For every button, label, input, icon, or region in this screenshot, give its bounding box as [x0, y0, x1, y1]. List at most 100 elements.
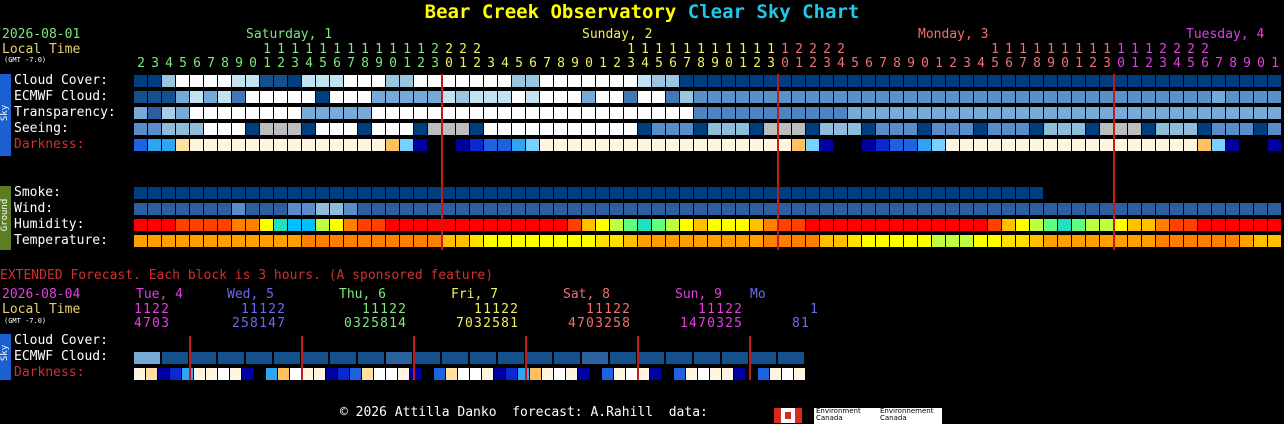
temperature-cell[interactable] [162, 235, 175, 247]
smoke-cell[interactable] [974, 187, 987, 199]
humidity-cell[interactable] [540, 219, 553, 231]
ecmwf-cloud-cell[interactable] [456, 91, 469, 103]
seeing-cell[interactable] [232, 123, 245, 135]
humidity-cell[interactable] [722, 219, 735, 231]
seeing-cell[interactable] [428, 123, 441, 135]
ecmwf-cloud-cell[interactable] [316, 91, 329, 103]
wind-cell[interactable] [148, 203, 161, 215]
ecmwf-cloud-cell[interactable] [1100, 91, 1113, 103]
darkness-cell[interactable] [568, 139, 581, 151]
humidity-cell[interactable] [918, 219, 931, 231]
smoke-cell[interactable] [876, 187, 889, 199]
seeing-cell[interactable] [456, 123, 469, 135]
humidity-cell[interactable] [302, 219, 315, 231]
ecmwf-cloud-cell[interactable] [288, 91, 301, 103]
humidity-cell[interactable] [652, 219, 665, 231]
temperature-cell[interactable] [596, 235, 609, 247]
seeing-cell[interactable] [190, 123, 203, 135]
smoke-cell[interactable] [218, 187, 231, 199]
seeing-cell[interactable] [386, 123, 399, 135]
transparency-cell[interactable] [1268, 107, 1281, 119]
cloud-cover-cell[interactable] [428, 75, 441, 87]
seeing-cell[interactable] [1100, 123, 1113, 135]
temperature-cell[interactable] [204, 235, 217, 247]
ext-ecmwf-cloud-cell[interactable] [386, 352, 412, 364]
transparency-cell[interactable] [820, 107, 833, 119]
cloud-cover-cell[interactable] [386, 75, 399, 87]
temperature-cell[interactable] [946, 235, 959, 247]
smoke-cell[interactable] [288, 187, 301, 199]
ext-darkness-cell[interactable] [194, 368, 205, 380]
darkness-cell[interactable] [372, 139, 385, 151]
wind-cell[interactable] [624, 203, 637, 215]
seeing-cell[interactable] [1268, 123, 1281, 135]
cloud-cover-cell[interactable] [316, 75, 329, 87]
ecmwf-cloud-cell[interactable] [988, 91, 1001, 103]
seeing-cell[interactable] [470, 123, 483, 135]
humidity-cell[interactable] [806, 219, 819, 231]
temperature-cell[interactable] [1016, 235, 1029, 247]
humidity-cell[interactable] [1002, 219, 1015, 231]
humidity-cell[interactable] [204, 219, 217, 231]
humidity-cell[interactable] [1044, 219, 1057, 231]
ecmwf-cloud-cell[interactable] [862, 91, 875, 103]
darkness-cell[interactable] [456, 139, 469, 151]
ext-darkness-cell[interactable] [302, 368, 313, 380]
temperature-cell[interactable] [190, 235, 203, 247]
wind-cell[interactable] [1184, 203, 1197, 215]
smoke-cell[interactable] [176, 187, 189, 199]
wind-cell[interactable] [876, 203, 889, 215]
ecmwf-cloud-cell[interactable] [1044, 91, 1057, 103]
ext-darkness-cell[interactable] [578, 368, 589, 380]
humidity-cell[interactable] [778, 219, 791, 231]
wind-cell[interactable] [722, 203, 735, 215]
transparency-cell[interactable] [204, 107, 217, 119]
seeing-cell[interactable] [526, 123, 539, 135]
ext-darkness-cell[interactable] [278, 368, 289, 380]
transparency-cell[interactable] [526, 107, 539, 119]
humidity-cell[interactable] [1072, 219, 1085, 231]
transparency-cell[interactable] [652, 107, 665, 119]
darkness-cell[interactable] [1030, 139, 1043, 151]
humidity-cell[interactable] [232, 219, 245, 231]
ecmwf-cloud-cell[interactable] [1086, 91, 1099, 103]
transparency-cell[interactable] [708, 107, 721, 119]
cloud-cover-cell[interactable] [610, 75, 623, 87]
smoke-cell[interactable] [246, 187, 259, 199]
ext-darkness-cell[interactable] [734, 368, 745, 380]
humidity-cell[interactable] [1128, 219, 1141, 231]
ext-darkness-cell[interactable] [146, 368, 157, 380]
cloud-cover-cell[interactable] [638, 75, 651, 87]
darkness-cell[interactable] [386, 139, 399, 151]
temperature-cell[interactable] [484, 235, 497, 247]
ext-darkness-cell[interactable] [542, 368, 553, 380]
humidity-cell[interactable] [666, 219, 679, 231]
ext-darkness-cell[interactable] [134, 368, 145, 380]
transparency-cell[interactable] [1226, 107, 1239, 119]
transparency-cell[interactable] [904, 107, 917, 119]
transparency-cell[interactable] [358, 107, 371, 119]
ext-darkness-cell[interactable] [362, 368, 373, 380]
transparency-cell[interactable] [1156, 107, 1169, 119]
cloud-cover-cell[interactable] [260, 75, 273, 87]
transparency-cell[interactable] [372, 107, 385, 119]
darkness-cell[interactable] [876, 139, 889, 151]
temperature-cell[interactable] [890, 235, 903, 247]
ecmwf-cloud-cell[interactable] [1170, 91, 1183, 103]
smoke-cell[interactable] [834, 187, 847, 199]
temperature-cell[interactable] [400, 235, 413, 247]
smoke-cell[interactable] [162, 187, 175, 199]
ext-ecmwf-cloud-cell[interactable] [218, 352, 244, 364]
cloud-cover-cell[interactable] [960, 75, 973, 87]
wind-cell[interactable] [806, 203, 819, 215]
darkness-cell[interactable] [1198, 139, 1211, 151]
temperature-cell[interactable] [134, 235, 147, 247]
temperature-cell[interactable] [764, 235, 777, 247]
ecmwf-cloud-cell[interactable] [820, 91, 833, 103]
darkness-cell[interactable] [582, 139, 595, 151]
smoke-cell[interactable] [400, 187, 413, 199]
ecmwf-cloud-cell[interactable] [218, 91, 231, 103]
seeing-cell[interactable] [1086, 123, 1099, 135]
wind-cell[interactable] [946, 203, 959, 215]
seeing-cell[interactable] [1184, 123, 1197, 135]
